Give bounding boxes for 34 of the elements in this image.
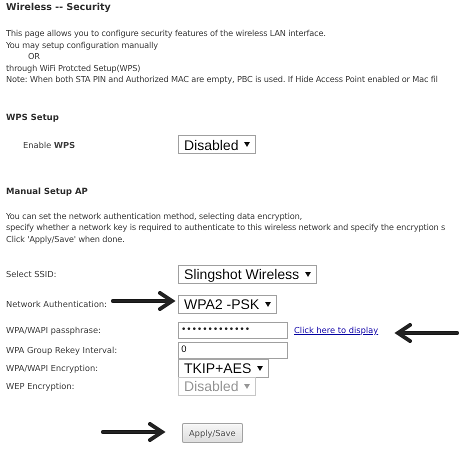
intro-text: through WiFi Protcted Setup(WPS) [6,62,142,74]
field-label: WEP Encryption: [6,381,76,391]
page-title: Wireless -- Security [6,2,112,15]
caret-icon [265,302,272,306]
intro-text: You may setup configuration manually [6,40,159,51]
dropdown[interactable]: Slingshot Wireless [178,264,318,284]
dropdown[interactable]: TKIP+AES [178,358,270,378]
annotation-arrow [110,291,176,311]
input-field[interactable]: ••••••••••••• [178,322,288,338]
dropdown[interactable]: Disabled [178,135,256,154]
field-label: Select SSID: [6,269,58,279]
annotation-arrow [100,422,166,442]
description-text: You can set the network authentication method, selecting data encryption, [6,210,304,222]
caret-icon [244,384,250,388]
description-text: specify whether a network key is required to authenticate to this wireless network and specify the encryption s [6,222,446,234]
intro-text: This page allows you to configure security features of the wireless LAN interface. [6,28,327,40]
display-link[interactable]: Click here to display [294,325,378,335]
dropdown[interactable]: WPA2 -PSK [178,294,278,314]
intro-text: OR [27,51,41,62]
field-label: WPA/WAPI Encryption: [6,363,99,373]
apply-save-button[interactable]: Apply/Save [182,423,243,443]
section-heading: Manual Setup AP [6,186,89,196]
description-text: Click 'Apply/Save' when done. [6,234,126,245]
caret-icon [257,366,264,370]
section-heading: WPS Setup [6,112,60,122]
field-label: WPA/WAPI passphrase: [6,325,102,335]
caret-icon [305,272,312,276]
annotation-arrow [394,323,460,343]
input-field[interactable]: 0 [178,342,288,358]
intro-text: Note: When both STA PIN and Authorized MAC are empty, PBC is used. If Hide Access Point enabled or Mac fil [6,74,439,86]
field-label: Enable WPS [22,140,76,150]
field-label: WPA Group Rekey Interval: [6,345,118,355]
field-label: Network Authentication: [6,299,108,309]
caret-icon [244,142,250,147]
